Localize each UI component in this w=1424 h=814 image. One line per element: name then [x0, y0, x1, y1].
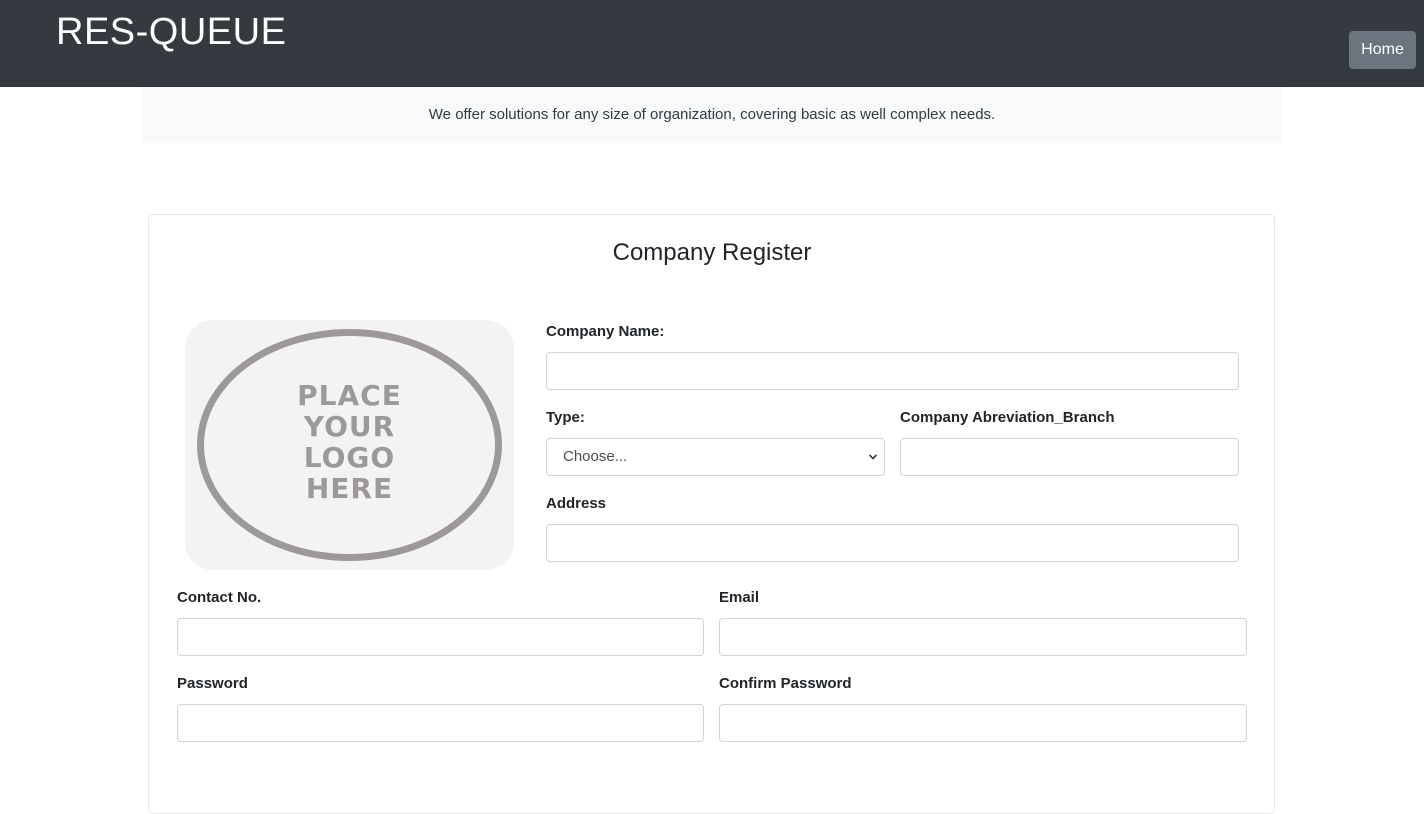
password-label: Password [177, 675, 248, 692]
logo-placeholder-line: LOGO [303, 441, 396, 474]
tagline-banner: We offer solutions for any size of organ… [142, 87, 1282, 143]
confirm-password-input[interactable] [719, 704, 1247, 742]
type-select-value: Choose... [563, 448, 628, 465]
logo-placeholder-line: HERE [305, 472, 394, 505]
contact-input[interactable] [177, 618, 704, 656]
email-input[interactable] [719, 618, 1247, 656]
password-input[interactable] [177, 704, 704, 742]
type-label: Type: [546, 409, 585, 426]
logo-placeholder-image: PLACE YOUR LOGO HERE [185, 380, 514, 504]
logo-placeholder-line: PLACE [297, 379, 402, 412]
home-button[interactable]: Home [1349, 31, 1416, 69]
confirm-password-label: Confirm Password [719, 675, 852, 692]
brand-logo-text[interactable]: RES-QUEUE [56, 10, 286, 54]
email-label: Email [719, 589, 760, 606]
address-label: Address [546, 495, 607, 512]
form-title: Company Register [612, 239, 812, 266]
navbar: RES-QUEUE Home [0, 0, 1424, 87]
company-name-input[interactable] [546, 352, 1239, 390]
abbreviation-label: Company Abreviation_Branch [900, 409, 1115, 426]
address-input[interactable] [546, 524, 1239, 562]
logo-placeholder-line: YOUR [303, 410, 396, 443]
contact-label: Contact No. [177, 589, 262, 606]
abbreviation-input[interactable] [900, 438, 1239, 476]
company-name-label: Company Name: [546, 323, 665, 340]
chevron-down-icon [868, 454, 878, 460]
type-select[interactable]: Choose... [546, 438, 885, 476]
